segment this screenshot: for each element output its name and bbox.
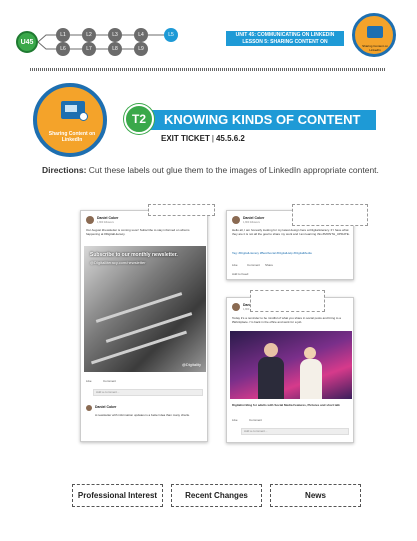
newspaper-stripe [90,330,188,365]
post-author: Daniel Coker [243,216,265,220]
image-headline: Subscribe to our monthly newsletter. @Di… [90,252,178,266]
image-text: Subscribe to our monthly newsletter. [90,252,178,258]
add-comment-input[interactable]: Add a comment... [93,389,203,396]
like-button[interactable]: Like [86,379,92,383]
monitor-screen [65,105,77,112]
add-comment-input[interactable]: Add a comment... [241,428,349,435]
comment-button[interactable]: Comment [247,263,260,267]
linkedin-post-party: Daniel Coker 1,800 followers Today it's … [226,297,354,443]
unit-line: UNIT 45: COMMUNICATING ON LINKEDIN [235,32,335,38]
party-image [230,331,352,399]
post-footer: Add to Feed [232,272,249,276]
lesson-node-current: L5 [164,28,178,42]
directions: Directions: Cut these labels out glue th… [42,165,382,176]
lesson-line: LESSON 5: SHARING CONTENT ON LINKEDIN [242,39,328,52]
lesson-node: L8 [108,42,122,56]
person-body [300,359,322,399]
header-divider [30,68,386,71]
label-placeholder [292,204,368,226]
exit-ticket-line: EXIT TICKET | 45.5.6.2 [161,134,245,143]
ticket-separator: | [211,134,214,143]
reply-author: Daniel Coker [95,405,117,409]
comment-button[interactable]: Comment [103,379,116,383]
lesson-logo-large: Sharing Content on LinkedIn [33,83,107,157]
directions-text: Cut these labels out glue them to the im… [88,165,379,175]
lesson-logo-small: Sharing Content on LinkedIn [352,13,396,57]
image-watermark: @Digitality [181,362,201,367]
post-text: Our August #newsletter is coming soon! S… [86,228,190,236]
label-news[interactable]: News [270,484,361,507]
image-subtext: @Digitalliteracy.com/newsletter [90,260,146,265]
newspaper-stripe [105,312,193,343]
unit-lesson-box: UNIT 45: COMMUNICATING ON LINKEDIN LESSO… [226,31,344,52]
task-badge: T2 [124,104,154,134]
monitor-icon [367,26,383,38]
person-head [264,343,278,357]
post-text: Today it's a reminder to be mindful of w… [232,316,341,324]
lesson-progress-track: U45 L1 L2 L3 L4 L5 L6 L7 L8 L9 [16,22,186,62]
avatar [232,303,240,311]
post-meta: 1,800 followers [243,221,260,224]
ticket-label: EXIT TICKET [161,134,210,143]
exit-ticket-page: U45 L1 L2 L3 L4 L5 L6 L7 L8 L9 UNIT 45: … [0,0,417,541]
label-professional-interest[interactable]: Professional Interest [72,484,163,507]
reply-text: A newsletter with information updates is… [95,413,190,417]
linkedin-icon [79,112,88,121]
post-meta: 1,800 followers [97,221,114,224]
post-tags[interactable]: Tag: #DigitalLiteracy #BestSocial #Digit… [232,251,350,255]
lesson-node: L2 [82,28,96,42]
person-body [258,357,284,399]
lesson-node: L4 [134,28,148,42]
comment-button[interactable]: Comment [249,418,262,422]
ticket-code: 45.5.6.2 [215,134,245,143]
avatar [232,216,240,224]
newspaper-image: Subscribe to our monthly newsletter. @Di… [84,246,206,372]
lesson-node: L3 [108,28,122,42]
unit-badge: U45 [16,31,38,53]
lesson-node: L9 [134,42,148,56]
progress-connector-lines [37,34,166,50]
linkedin-post-newsletter: Daniel Coker 1,800 followers Our August … [80,210,208,442]
post-author: Daniel Coker [97,216,119,220]
directions-label: Directions: [42,165,87,175]
label-placeholder [250,290,325,312]
like-button[interactable]: Like [232,263,238,267]
lesson-node: L6 [56,42,70,56]
post-text: Hello all, I am honestly looking for my … [232,228,350,236]
logo-small-caption: Sharing Content on LinkedIn [362,44,388,52]
person-head [304,347,316,359]
like-button[interactable]: Like [232,418,238,422]
label-placeholder [148,204,215,216]
avatar [86,405,92,411]
lesson-node: L1 [56,28,70,42]
label-recent-changes[interactable]: Recent Changes [171,484,262,507]
page-title: KNOWING KINDS OF CONTENT [140,110,376,130]
image-caption: Digitalist Blog for adults with Social M… [232,403,340,407]
share-button[interactable]: Share [265,263,273,267]
avatar [86,216,94,224]
logo-caption: Sharing Content on LinkedIn [48,131,96,143]
lesson-node: L7 [82,42,96,56]
